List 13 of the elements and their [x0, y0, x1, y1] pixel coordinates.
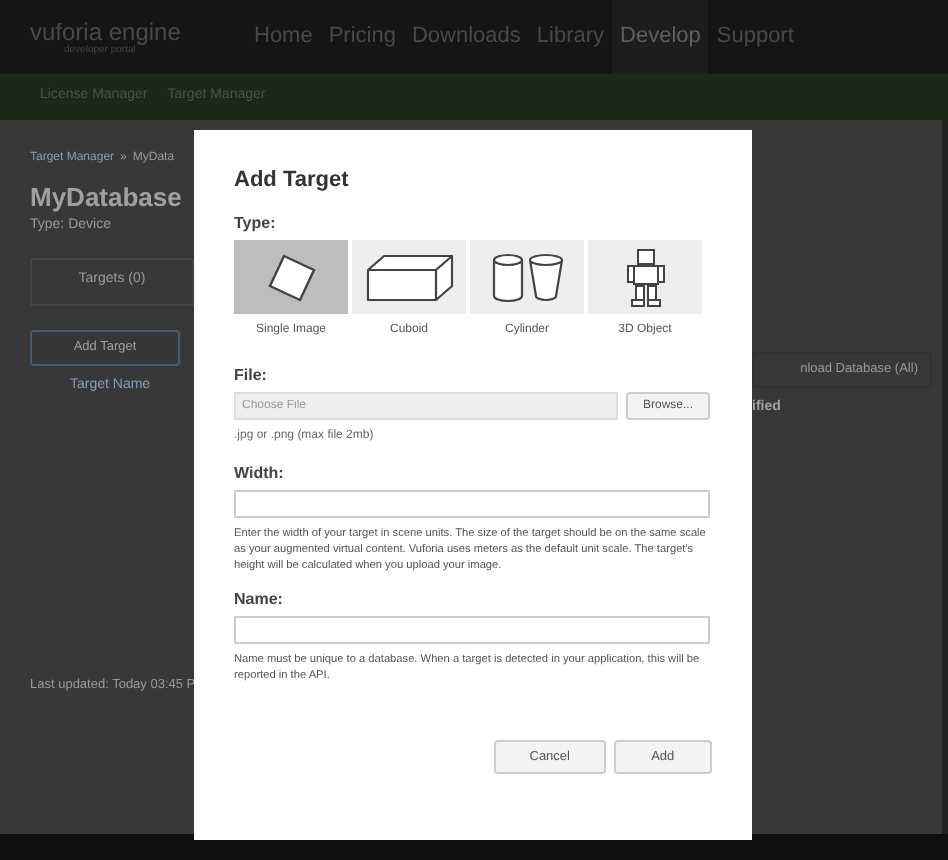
database-title: MyDatabase	[30, 184, 184, 210]
field-label: Name:	[234, 592, 285, 608]
dialog-title: Add Target	[234, 170, 351, 192]
robot-figure-icon	[625, 247, 665, 307]
width-field[interactable]	[234, 490, 710, 518]
field-label: Type:	[234, 216, 278, 232]
nav-link[interactable]: Develop	[612, 0, 709, 74]
box-icon	[363, 251, 455, 303]
field-label: File:	[234, 368, 269, 384]
cylinders-icon	[489, 251, 565, 303]
image-sheet-icon	[265, 251, 317, 303]
field-label: Width:	[234, 466, 286, 482]
name-field[interactable]	[234, 616, 710, 644]
